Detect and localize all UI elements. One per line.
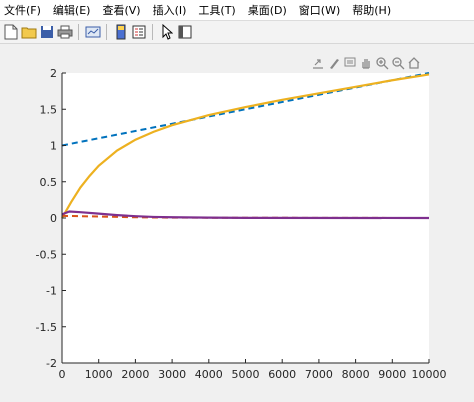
x-tick-label: 5000 (232, 368, 260, 381)
x-tick-label: 4000 (195, 368, 223, 381)
x-tick-label: 9000 (378, 368, 406, 381)
y-tick-label: 2 (50, 67, 57, 80)
x-tick-label: 2000 (121, 368, 149, 381)
x-tick-label: 8000 (342, 368, 370, 381)
y-tick-label: -2 (46, 357, 57, 370)
y-tick-label: -1.5 (36, 321, 57, 334)
line-chart: 0 1000 2000 3000 4000 5000 6000 7000 8000 9000 100… (36, 67, 447, 381)
x-tick-label: 6000 (268, 368, 296, 381)
y-tick-label: 1.5 (40, 103, 58, 116)
y-tick-label: -1 (46, 285, 57, 298)
y-tick-label: 0.5 (40, 176, 58, 189)
y-tick-label: -0.5 (36, 248, 57, 261)
x-tick-label: 10000 (412, 368, 447, 381)
x-tick-label: 3000 (158, 368, 186, 381)
x-tick-label: 0 (59, 368, 66, 381)
y-tick-label: 0 (50, 212, 57, 225)
y-tick-label: 1 (50, 140, 57, 153)
x-tick-label: 7000 (305, 368, 333, 381)
x-tick-label: 1000 (85, 368, 113, 381)
